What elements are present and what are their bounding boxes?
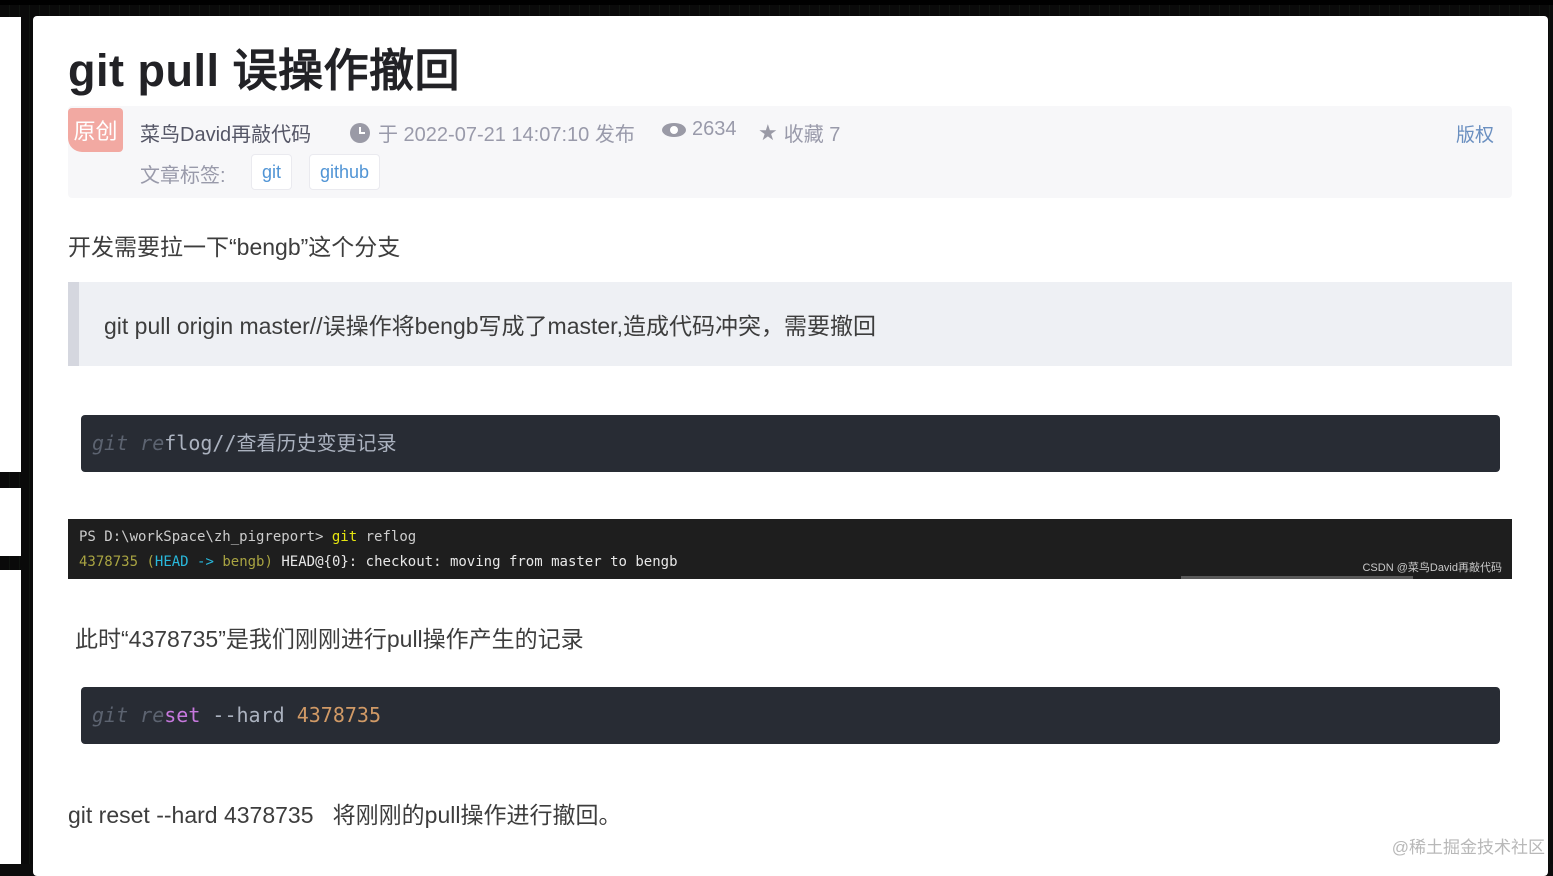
paragraph-intro: 开发需要拉一下“bengb”这个分支 <box>68 234 401 260</box>
terminal-hash: 4378735 <box>79 554 139 570</box>
paragraph-summary: git reset --hard 4378735 将刚刚的pull操作进行撤回。 <box>68 802 622 828</box>
terminal-head: HEAD <box>154 554 189 570</box>
terminal-line: PS D:\workSpace\zh_pigreport> git reflog <box>79 529 416 545</box>
code-keyword: set <box>164 703 201 727</box>
publish-time-text: 于 2022-07-21 14:07:10 发布 <box>378 124 635 146</box>
code-token: git re <box>92 703 165 727</box>
code-block-reflog[interactable]: git reflog//查看历史变更记录 <box>81 415 1500 472</box>
favorite-button[interactable]: ★ 收藏 7 <box>758 118 840 147</box>
article-meta-bar: 原创 菜鸟David再敲代码 于 2022-07-21 14:07:10 发布 … <box>68 106 1512 198</box>
code-token: flog// <box>164 431 237 455</box>
terminal-entry: HEAD@{0}: checkout: moving from master t… <box>281 554 678 570</box>
terminal-prompt: PS D:\workSpace\zh_pigreport> <box>79 529 324 545</box>
favorite-count-text: 收藏 7 <box>783 124 841 146</box>
article-title: git pull 误操作撤回 <box>68 45 460 96</box>
tag-github[interactable]: github <box>309 154 381 190</box>
eye-icon <box>662 122 686 137</box>
view-count-text: 2634 <box>692 118 737 140</box>
article-card: git pull 误操作撤回 原创 菜鸟David再敲代码 于 2022-07-… <box>33 16 1548 876</box>
tags-label: 文章标签: <box>140 165 226 187</box>
terminal-branch: bengb <box>222 554 265 570</box>
terminal-paren: ) <box>264 554 273 570</box>
original-badge: 原创 <box>68 108 123 152</box>
side-window-panel[interactable] <box>0 488 21 556</box>
tag-git[interactable]: git <box>251 154 293 190</box>
blockquote-text: git pull origin master//误操作将bengb写成了mast… <box>104 313 876 339</box>
terminal-screenshot: PS D:\workSpace\zh_pigreport> git reflog… <box>68 519 1512 579</box>
side-window-panel[interactable] <box>0 17 21 472</box>
site-watermark: @稀土掘金技术社区 <box>1391 838 1545 857</box>
code-token: git re <box>92 431 165 455</box>
clock-icon <box>350 122 370 143</box>
code-number: 4378735 <box>296 703 381 727</box>
terminal-paren: ( <box>146 554 155 570</box>
code-comment: 查看历史变更记录 <box>236 431 397 455</box>
code-block-reset[interactable]: git reset --hard 4378735 <box>81 687 1500 744</box>
side-window-panel[interactable] <box>0 570 21 864</box>
code-token: --hard <box>200 703 297 727</box>
copyright-link[interactable]: 版权 <box>1456 120 1494 147</box>
paragraph-explain: 此时“4378735”是我们刚刚进行pull操作产生的记录 <box>75 626 584 652</box>
image-watermark: CSDN @菜鸟David再敲代码 <box>1362 562 1502 574</box>
terminal-arg: reflog <box>365 529 417 545</box>
view-count: 2634 <box>662 118 737 141</box>
blockquote: git pull origin master//误操作将bengb写成了mast… <box>68 282 1512 366</box>
window-top-edge <box>0 0 1553 5</box>
terminal-line: 4378735 (HEAD -> bengb) HEAD@{0}: checko… <box>79 554 678 570</box>
author-link[interactable]: 菜鸟David再敲代码 <box>140 118 311 147</box>
terminal-arrow: -> <box>197 554 214 570</box>
star-icon: ★ <box>758 119 778 145</box>
terminal-cmd: git <box>331 529 358 545</box>
terminal-scrollbar <box>1181 576 1413 579</box>
publish-time: 于 2022-07-21 14:07:10 发布 <box>350 118 635 147</box>
